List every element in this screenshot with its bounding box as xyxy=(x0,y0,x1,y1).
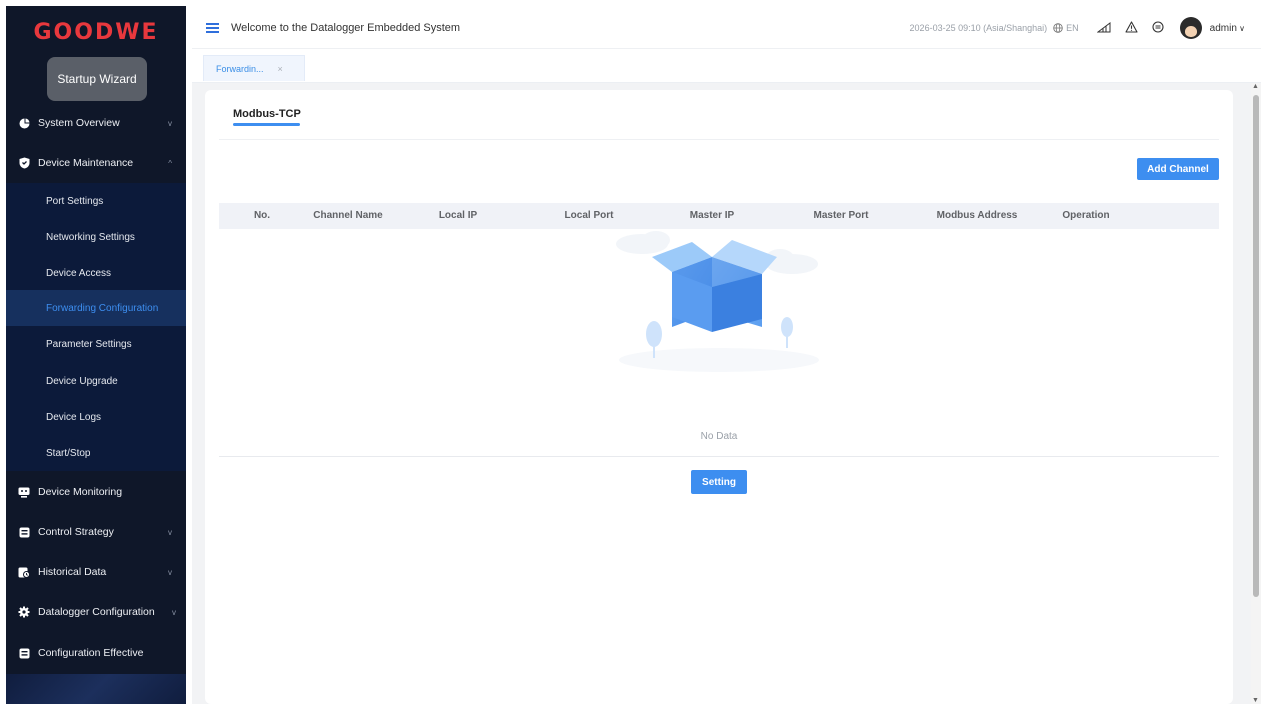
empty-state-text: No Data xyxy=(700,431,738,442)
device-maintenance-submenu: Port Settings Networking Settings Device… xyxy=(6,183,186,471)
sidebar-item-label: Device Maintenance xyxy=(38,157,134,169)
sidebar-item-label: Device Monitoring xyxy=(38,486,123,498)
close-icon[interactable]: × xyxy=(278,64,283,74)
tab-label: Forwardin... xyxy=(216,63,264,74)
menu-toggle-icon[interactable] xyxy=(206,21,219,35)
signal-icon[interactable] xyxy=(1096,21,1111,36)
sidebar-subitem-device-logs[interactable]: Device Logs xyxy=(6,399,186,435)
chevron-down-icon: v xyxy=(172,607,176,617)
language-label: EN xyxy=(1066,23,1079,33)
chevron-down-icon: v xyxy=(168,567,172,577)
sidebar-footer-decoration xyxy=(6,674,186,704)
tabs-bar: Forwardin... × xyxy=(192,50,1261,83)
pie-chart-icon xyxy=(18,117,30,129)
sidebar-subitem-start-stop[interactable]: Start/Stop xyxy=(6,435,186,471)
chevron-down-icon: ∨ xyxy=(1236,23,1245,33)
sidebar: GOODWE Startup Wizard System Overview v … xyxy=(6,6,186,704)
column-header: No. xyxy=(253,210,271,221)
warning-icon[interactable] xyxy=(1125,20,1138,36)
sidebar-subitem-forwarding-configuration[interactable]: Forwarding Configuration xyxy=(6,290,186,326)
chevron-down-icon: v xyxy=(168,527,172,537)
top-header: Welcome to the Datalogger Embedded Syste… xyxy=(192,8,1261,49)
history-icon xyxy=(18,566,30,578)
setting-button[interactable]: Setting xyxy=(691,470,747,494)
sidebar-item-historical-data[interactable]: Historical Data v xyxy=(6,553,186,591)
column-header: Local IP xyxy=(438,210,478,221)
sidebar-item-label: Configuration Effective xyxy=(38,647,144,659)
sidebar-item-label: Datalogger Configuration xyxy=(38,606,155,618)
globe-icon xyxy=(1053,23,1063,33)
sidebar-subitem-port-settings[interactable]: Port Settings xyxy=(6,183,186,219)
header-toolbar: 2026-03-25 09:10 (Asia/Shanghai) EN admi… xyxy=(910,8,1261,48)
chevron-down-icon: v xyxy=(168,118,172,128)
config-icon xyxy=(18,647,30,659)
datetime-display: 2026-03-25 09:10 (Asia/Shanghai) xyxy=(909,23,1048,33)
main-card xyxy=(205,90,1233,704)
user-menu[interactable]: admin ∨ xyxy=(1210,23,1245,34)
page-scrollbar[interactable]: ▲ ▼ xyxy=(1251,83,1261,704)
sidebar-subitem-device-access[interactable]: Device Access xyxy=(6,255,186,291)
divider xyxy=(219,139,1219,140)
welcome-text: Welcome to the Datalogger Embedded Syste… xyxy=(231,22,461,34)
scroll-thumb[interactable] xyxy=(1253,95,1259,597)
column-header: Channel Name xyxy=(313,210,383,221)
avatar[interactable] xyxy=(1179,17,1202,39)
column-header: Operation xyxy=(1062,210,1110,221)
active-tab-indicator xyxy=(233,123,300,126)
message-icon[interactable] xyxy=(1152,20,1164,36)
tab-forwarding[interactable]: Forwardin... × xyxy=(203,55,305,81)
gear-icon xyxy=(18,606,30,618)
sidebar-subitem-networking-settings[interactable]: Networking Settings xyxy=(6,219,186,255)
sidebar-subitem-device-upgrade[interactable]: Device Upgrade xyxy=(6,363,186,399)
section-tab-modbus-tcp[interactable]: Modbus-TCP xyxy=(233,108,301,120)
sidebar-item-datalogger-configuration[interactable]: Datalogger Configuration v xyxy=(6,593,186,631)
sidebar-item-control-strategy[interactable]: Control Strategy v xyxy=(6,513,186,551)
monitor-icon xyxy=(18,486,30,498)
sidebar-item-system-overview[interactable]: System Overview v xyxy=(6,104,186,142)
sidebar-item-label: Control Strategy xyxy=(38,526,114,538)
sidebar-item-device-maintenance[interactable]: Device Maintenance ^ xyxy=(6,144,186,182)
table-bottom-border xyxy=(219,456,1219,457)
sidebar-item-label: System Overview xyxy=(38,117,120,129)
empty-box-illustration xyxy=(616,231,819,372)
add-channel-button[interactable]: Add Channel xyxy=(1137,158,1219,180)
username-label: admin xyxy=(1209,22,1237,34)
goodwe-logo: GOODWE xyxy=(33,19,159,45)
strategy-icon xyxy=(18,526,30,538)
sidebar-item-label: Historical Data xyxy=(38,566,107,578)
chevron-up-icon: ^ xyxy=(168,158,172,168)
startup-wizard-button[interactable]: Startup Wizard xyxy=(47,57,147,101)
scroll-down-icon[interactable]: ▼ xyxy=(1252,697,1259,704)
sidebar-subitem-parameter-settings[interactable]: Parameter Settings xyxy=(6,326,186,362)
language-switch[interactable]: EN xyxy=(1053,23,1079,33)
sidebar-item-device-monitoring[interactable]: Device Monitoring xyxy=(6,473,186,511)
sidebar-item-configuration-effective[interactable]: Configuration Effective xyxy=(6,634,186,672)
scroll-up-icon[interactable]: ▲ xyxy=(1252,83,1259,90)
column-header: Modbus Address xyxy=(936,210,1018,221)
shield-icon xyxy=(18,157,30,169)
